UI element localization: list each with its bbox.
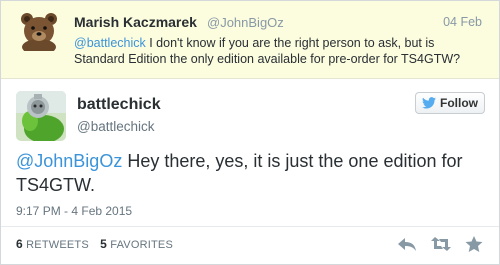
retweets-label[interactable]: RETWEETS	[26, 239, 89, 251]
robot-avatar-icon[interactable]	[16, 91, 66, 141]
bear-avatar-icon[interactable]	[19, 11, 59, 55]
retweets-count[interactable]: 6	[16, 237, 23, 251]
parent-author-name[interactable]: Marish Kaczmarek	[74, 14, 197, 30]
tweet-stats: 6 RETWEETS 5 FAVORITES	[16, 237, 173, 251]
author-handle[interactable]: @battlechick	[77, 119, 155, 134]
divider	[1, 226, 499, 227]
parent-tweet[interactable]: Marish Kaczmarek @JohnBigOz 04 Feb @batt…	[1, 1, 499, 79]
parent-author-handle[interactable]: @JohnBigOz	[207, 15, 284, 30]
author-name[interactable]: battlechick	[77, 96, 161, 114]
follow-button[interactable]: Follow	[415, 92, 485, 114]
tweet-text: @JohnBigOz Hey there, yes, it is just th…	[16, 149, 486, 197]
favorites-count[interactable]: 5	[100, 237, 107, 251]
star-icon[interactable]	[464, 235, 486, 253]
favorites-label[interactable]: FAVORITES	[110, 239, 173, 251]
retweet-icon[interactable]	[430, 235, 452, 253]
parent-tweet-text: @battlechick I don't know if you are the…	[74, 35, 482, 67]
tweet-timestamp[interactable]: 9:17 PM - 4 Feb 2015	[16, 204, 132, 218]
reply-icon[interactable]	[396, 235, 418, 253]
tweet-actions	[396, 234, 486, 254]
follow-button-label: Follow	[440, 96, 478, 110]
parent-tweet-date[interactable]: 04 Feb	[443, 15, 482, 29]
twitter-bird-icon	[422, 97, 436, 109]
parent-mention-link[interactable]: @battlechick	[74, 36, 146, 50]
mention-link[interactable]: @JohnBigOz	[16, 151, 122, 171]
